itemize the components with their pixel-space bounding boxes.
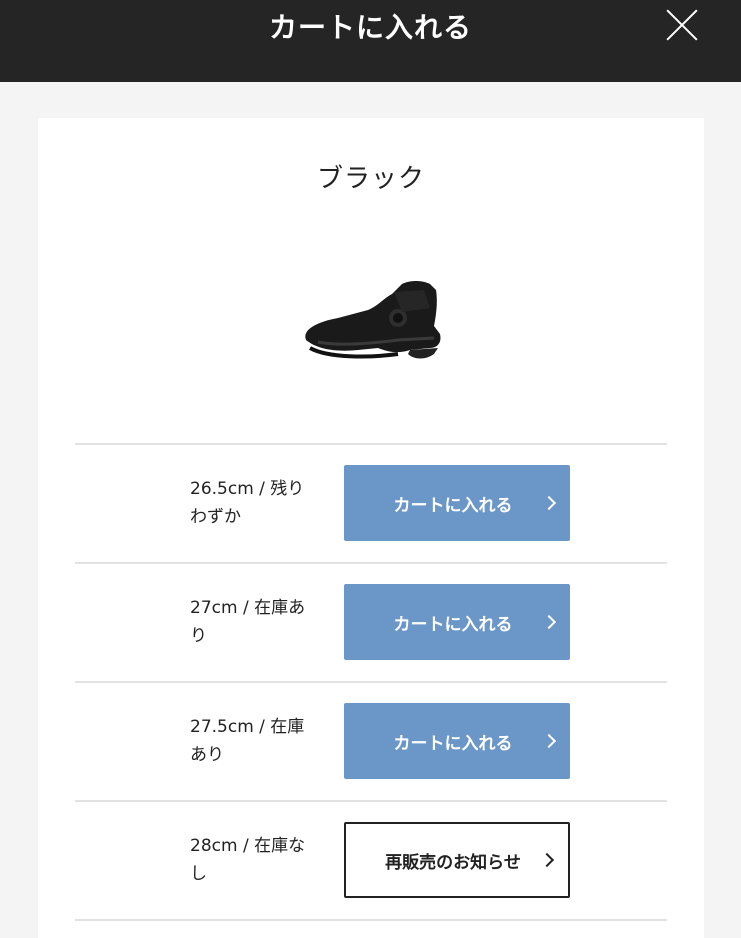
divider (75, 443, 667, 445)
size-label-line: し (190, 864, 207, 884)
color-name: ブラック (316, 164, 425, 194)
button-label: カートに入れる (393, 733, 513, 754)
chevron-right-icon (541, 733, 557, 749)
chevron-right-icon (539, 852, 555, 868)
modal-header: カートに入れる (0, 0, 741, 82)
size-label-line: わずか (190, 507, 241, 527)
size-label-27: 27cm / 在庫あ り (190, 594, 320, 650)
add-to-cart-button-26-5[interactable]: カートに入れる (344, 465, 570, 541)
button-label: 再販売のお知らせ (385, 852, 521, 873)
product-card: ブラック 26.5cm / 残り わずか カートに入れる 27cm / 在庫あ … (38, 118, 704, 938)
size-label-line: 28cm / 在庫な (190, 836, 306, 856)
close-icon[interactable] (663, 6, 701, 44)
chevron-right-icon (541, 614, 557, 630)
add-to-cart-button-27-5[interactable]: カートに入れる (344, 703, 570, 779)
divider (75, 919, 667, 921)
product-image (305, 281, 441, 359)
size-label-line: り (190, 626, 207, 646)
size-label-line: 27.5cm / 在庫 (190, 717, 305, 737)
size-label-28: 28cm / 在庫な し (190, 832, 320, 888)
chevron-right-icon (541, 495, 557, 511)
divider (75, 681, 667, 683)
divider (75, 800, 667, 802)
divider (75, 562, 667, 564)
add-to-cart-button-27[interactable]: カートに入れる (344, 584, 570, 660)
size-label-line: 27cm / 在庫あ (190, 598, 306, 618)
button-label: カートに入れる (393, 495, 513, 516)
size-label-26-5: 26.5cm / 残り わずか (190, 475, 320, 531)
restock-notify-button-28[interactable]: 再販売のお知らせ (344, 822, 570, 898)
size-label-line: あり (190, 745, 224, 765)
modal-title: カートに入れる (268, 11, 472, 44)
size-label-line: 26.5cm / 残り (190, 479, 305, 499)
button-label: カートに入れる (393, 614, 513, 635)
size-label-27-5: 27.5cm / 在庫 あり (190, 713, 320, 769)
